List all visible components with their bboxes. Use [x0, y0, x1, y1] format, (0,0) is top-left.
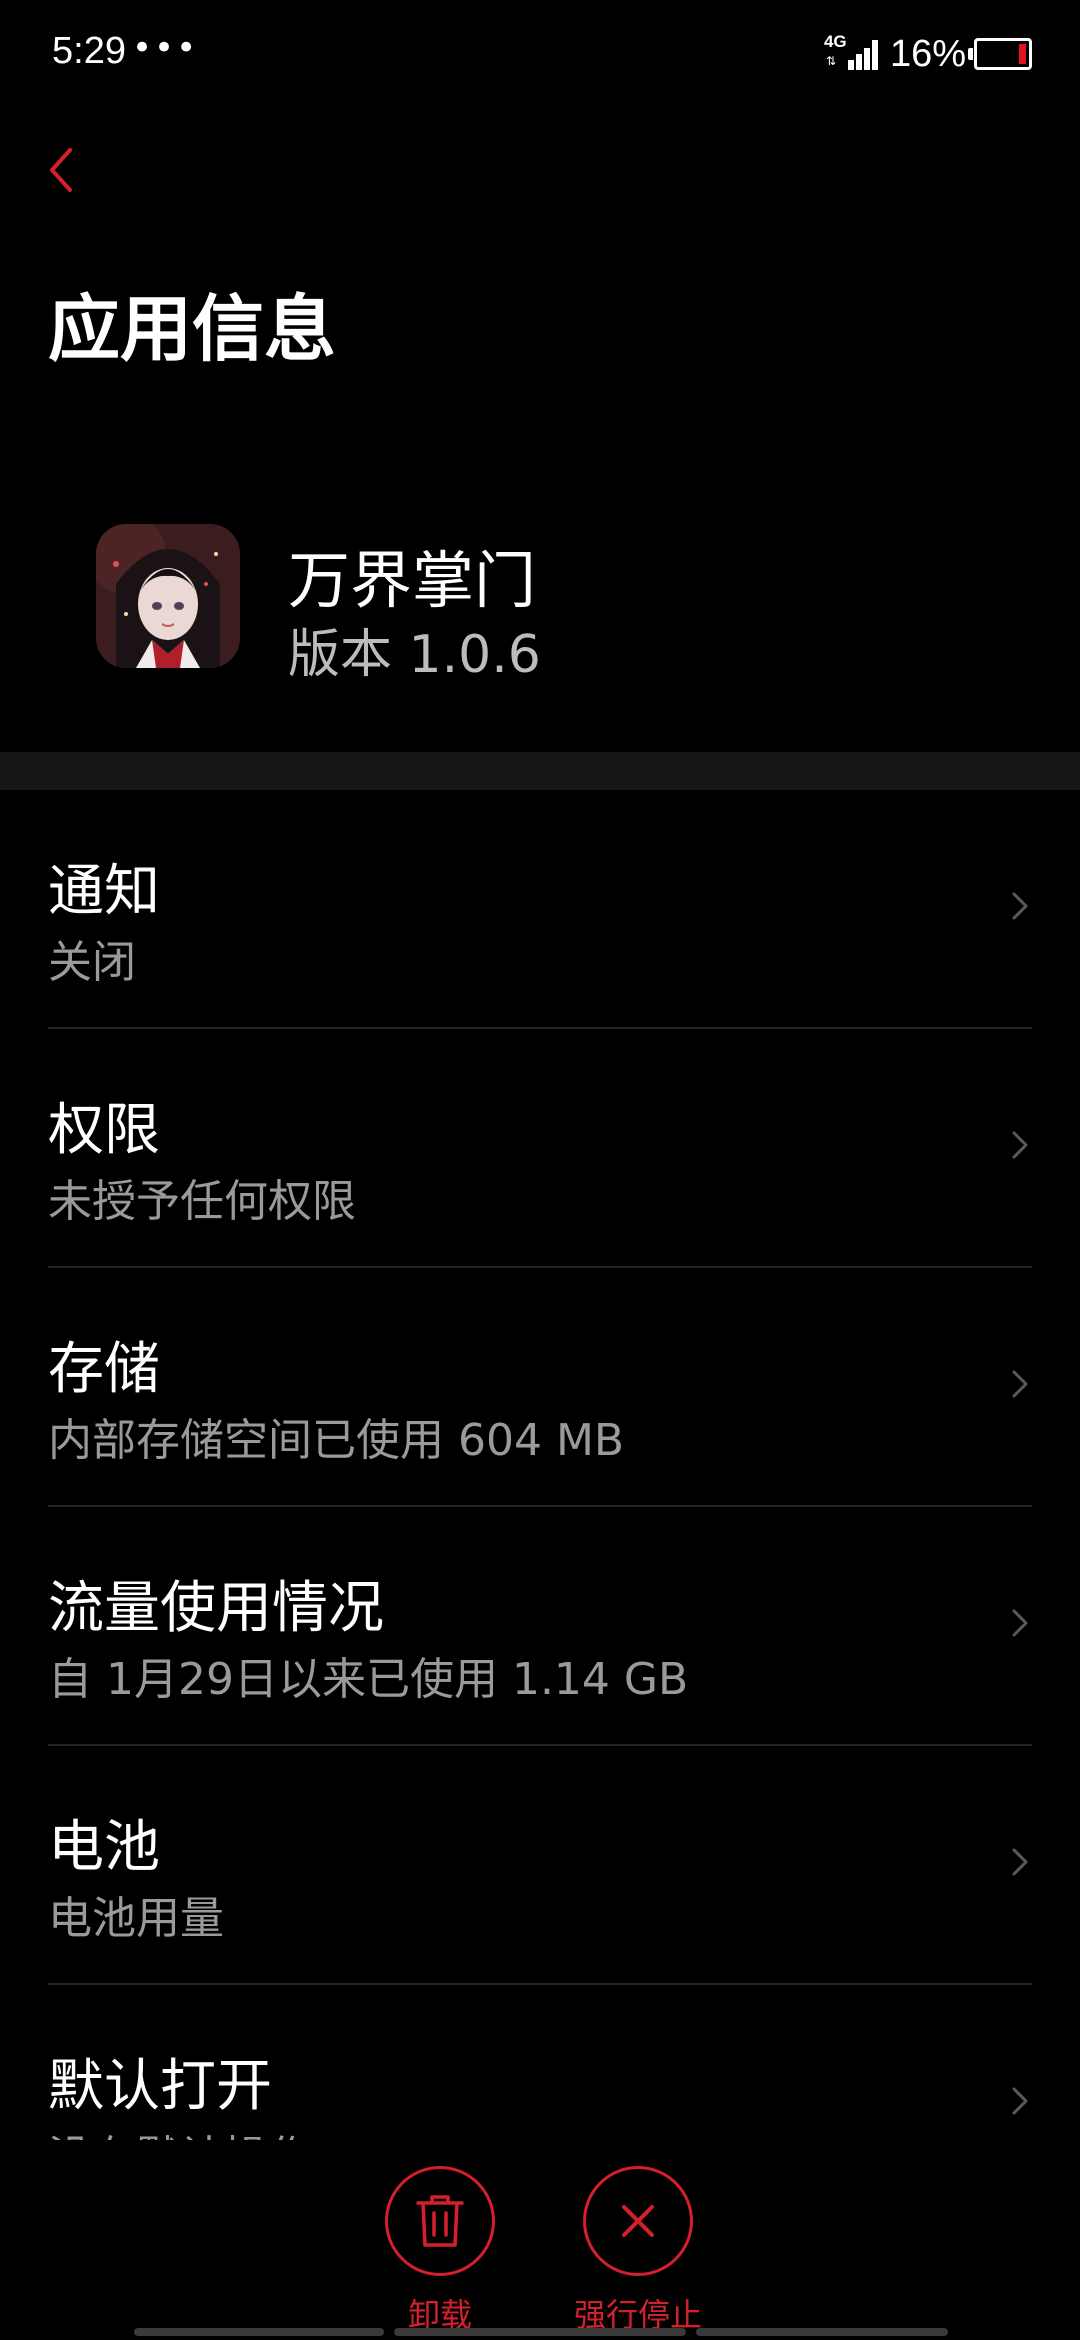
battery-icon	[968, 38, 1032, 70]
bottom-action-bar: 卸载 强行停止	[0, 2140, 1080, 2340]
cellular-signal-icon: 4G ⇅	[823, 32, 878, 74]
chevron-right-icon	[1012, 892, 1028, 920]
app-header: 万界掌门 版本 1.0.6	[0, 500, 1080, 750]
row-subtitle: 电池用量	[48, 1893, 224, 1944]
chevron-right-icon	[1012, 1848, 1028, 1876]
data-activity-icon: ⇅	[825, 54, 836, 68]
nav-gesture-bar-right[interactable]	[696, 2328, 948, 2336]
status-bar: 5:29 ••• 4G ⇅ 16%	[0, 0, 1080, 110]
force-stop-circle	[583, 2166, 693, 2276]
nav-gesture-bar-center[interactable]	[394, 2328, 686, 2336]
settings-row-battery[interactable]: 电池 电池用量	[48, 1746, 1032, 1985]
settings-row-permissions[interactable]: 权限 未授予任何权限	[48, 1029, 1032, 1268]
row-title: 流量使用情况	[48, 1576, 384, 1641]
chevron-right-icon	[1012, 1131, 1028, 1159]
app-name: 万界掌门	[288, 544, 537, 617]
page-title: 应用信息	[48, 287, 337, 371]
status-time: 5:29	[52, 30, 126, 72]
settings-row-storage[interactable]: 存储 内部存储空间已使用 604 MB	[48, 1268, 1032, 1507]
settings-row-data-usage[interactable]: 流量使用情况 自 1月29日以来已使用 1.14 GB	[48, 1507, 1032, 1746]
settings-row-open-by-default[interactable]: 默认打开 没有默认操作	[48, 1985, 1032, 2140]
back-button[interactable]	[40, 140, 100, 200]
chevron-right-icon	[1012, 1609, 1028, 1637]
row-subtitle: 内部存储空间已使用 604 MB	[48, 1415, 625, 1466]
network-type: 4G	[823, 32, 847, 51]
row-title: 通知	[48, 859, 160, 924]
row-title: 电池	[48, 1815, 160, 1880]
row-subtitle: 关闭	[48, 937, 136, 988]
row-subtitle: 没有默认操作	[48, 2121, 312, 2140]
row-title: 存储	[48, 1337, 160, 1402]
uninstall-circle	[385, 2166, 495, 2276]
chevron-left-icon	[50, 148, 72, 192]
row-subtitle: 未授予任何权限	[48, 1176, 356, 1227]
battery-level	[1019, 44, 1026, 64]
notification-dots: •••	[132, 28, 199, 68]
uninstall-button[interactable]: 卸载	[350, 2166, 530, 2336]
chevron-right-icon	[1012, 1370, 1028, 1398]
trash-icon	[416, 2195, 464, 2247]
settings-list: 通知 关闭 权限 未授予任何权限 存储 内部存储空间已使用 604 MB 流量使…	[0, 790, 1080, 2140]
row-title: 权限	[48, 1098, 160, 1163]
row-subtitle: 自 1月29日以来已使用 1.14 GB	[48, 1654, 689, 1705]
app-icon	[96, 524, 240, 668]
force-stop-button[interactable]: 强行停止	[548, 2166, 728, 2336]
nav-gesture-bar-left[interactable]	[134, 2328, 384, 2336]
section-divider	[0, 752, 1080, 790]
close-icon	[622, 2205, 654, 2237]
battery-percent: 16%	[889, 32, 966, 75]
app-version: 版本 1.0.6	[288, 625, 541, 685]
status-indicators: 4G ⇅ 16%	[824, 30, 1032, 78]
settings-list-viewport[interactable]: 通知 关闭 权限 未授予任何权限 存储 内部存储空间已使用 604 MB 流量使…	[0, 790, 1080, 2140]
settings-row-notifications[interactable]: 通知 关闭	[48, 790, 1032, 1029]
chevron-right-icon	[1012, 2087, 1028, 2115]
row-title: 默认打开	[48, 2054, 272, 2119]
